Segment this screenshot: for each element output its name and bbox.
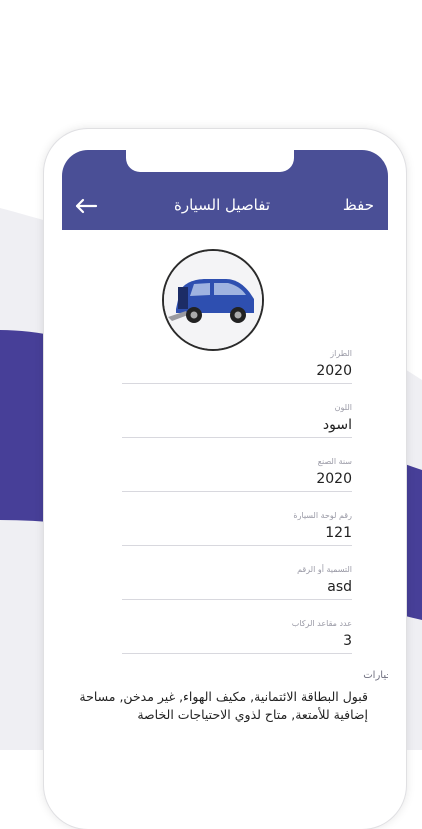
field-value: 3	[343, 633, 352, 649]
options-label: الخيارات:	[363, 670, 388, 681]
field-label: الطراز	[330, 349, 352, 358]
field-value: 2020	[316, 471, 352, 487]
field-value: asd	[327, 579, 352, 595]
field-label: رقم لوحة السيارة	[293, 511, 352, 520]
save-button[interactable]: حفظ	[343, 196, 374, 214]
field-label: اللون	[334, 403, 352, 412]
field-value: 2020	[316, 363, 352, 379]
field-name[interactable]: التسمية أو الرقم asd	[122, 564, 352, 600]
page-title: تفاصيل السيارة	[173, 196, 271, 214]
field-plate[interactable]: رقم لوحة السيارة 121	[122, 510, 352, 546]
field-label: عدد مقاعد الركاب	[291, 619, 352, 628]
field-value: اسود	[322, 417, 352, 433]
arrow-left-icon	[75, 198, 98, 214]
field-label: سنة الصنع	[317, 457, 352, 466]
car-image-icon	[164, 251, 262, 349]
back-button[interactable]	[72, 194, 100, 218]
options-text: قبول البطاقة الائتمانية, مكيف الهواء, غي…	[79, 689, 368, 722]
field-model[interactable]: الطراز 2020	[122, 348, 352, 384]
car-photo[interactable]	[162, 249, 264, 351]
field-label: التسمية أو الرقم	[297, 565, 352, 574]
field-value: 121	[325, 525, 352, 541]
field-seats[interactable]: عدد مقاعد الركاب 3	[122, 618, 352, 654]
app-header: تفاصيل السيارة حفظ	[62, 150, 388, 230]
field-color[interactable]: اللون اسود	[122, 402, 352, 438]
phone-notch	[126, 150, 294, 172]
field-year[interactable]: سنة الصنع 2020	[122, 456, 352, 492]
app-screen: تفاصيل السيارة حفظ الطراز 2020 اللون اسو…	[62, 150, 388, 790]
